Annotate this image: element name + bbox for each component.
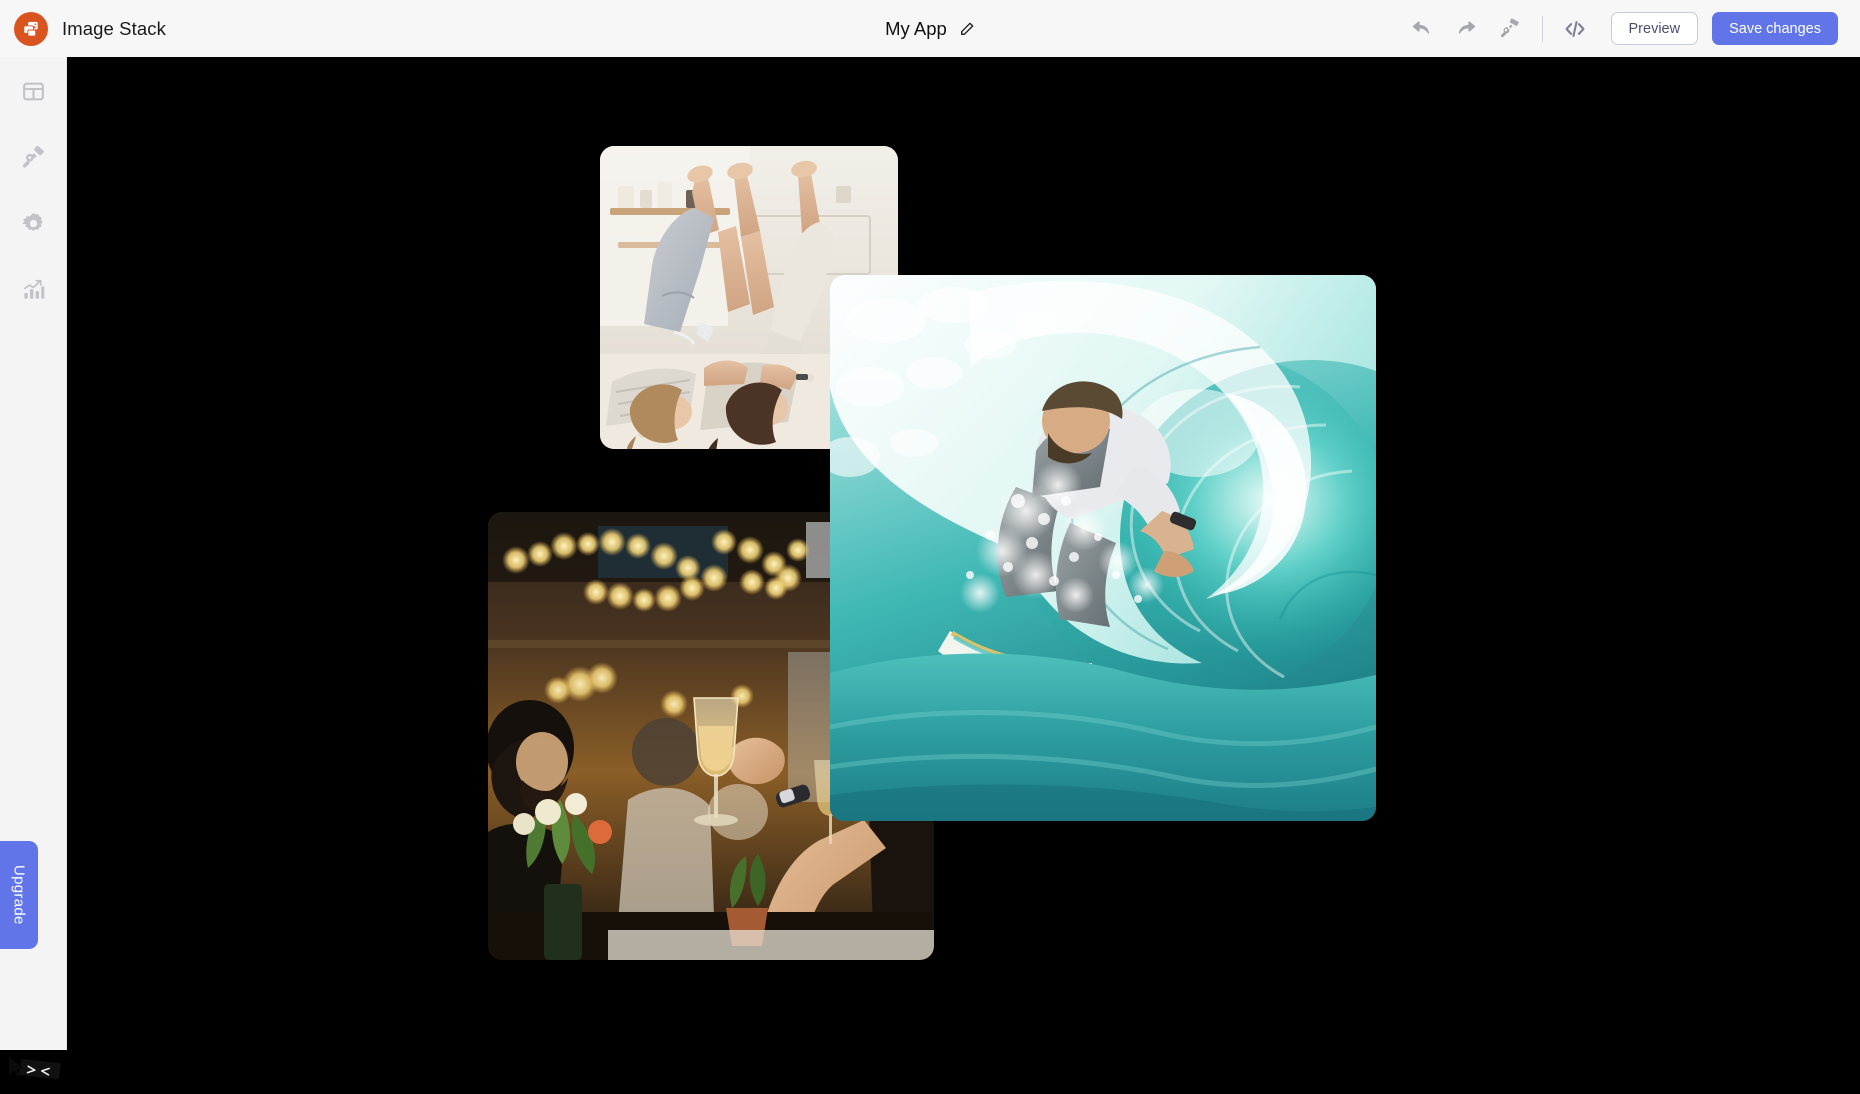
undo-arrow-icon bbox=[1412, 20, 1429, 34]
save-changes-button[interactable]: Save changes bbox=[1712, 12, 1838, 45]
sidebar-item-settings[interactable] bbox=[10, 201, 56, 245]
mouse-cursor-icon bbox=[6, 1055, 62, 1089]
paint-roller-icon bbox=[1500, 18, 1519, 38]
sidebar: Upgrade bbox=[0, 57, 67, 1079]
pencil-icon[interactable] bbox=[959, 21, 975, 37]
photo-surfer-in-wave-image bbox=[830, 275, 1376, 821]
code-button[interactable] bbox=[1553, 9, 1597, 49]
gear-icon bbox=[21, 212, 43, 231]
toolbar-divider bbox=[1541, 15, 1543, 42]
paintbrush-icon bbox=[22, 145, 44, 168]
header-actions: Preview Save changes bbox=[1400, 9, 1860, 49]
photo-surfer-in-wave[interactable] bbox=[830, 275, 1376, 821]
undo-button[interactable] bbox=[1400, 9, 1444, 49]
app-header: Image Stack My App Preview Save changes bbox=[0, 0, 1860, 57]
sidebar-nav bbox=[0, 57, 66, 311]
layout-grid-icon bbox=[22, 82, 44, 100]
redo-arrow-icon bbox=[1458, 20, 1475, 34]
upgrade-button[interactable]: Upgrade bbox=[0, 841, 38, 949]
image-stack-logo-icon bbox=[14, 11, 48, 46]
editor-canvas[interactable] bbox=[67, 57, 1860, 1050]
sidebar-item-layout[interactable] bbox=[10, 69, 56, 113]
brand-name: Image Stack bbox=[62, 17, 166, 39]
brand: Image Stack bbox=[0, 11, 420, 46]
code-brackets-icon bbox=[1565, 20, 1584, 37]
theme-button[interactable] bbox=[1488, 9, 1532, 49]
sidebar-item-analytics[interactable] bbox=[10, 267, 56, 311]
app-title: My App bbox=[885, 17, 947, 39]
redo-button[interactable] bbox=[1444, 9, 1488, 49]
preview-button[interactable]: Preview bbox=[1610, 12, 1699, 45]
bar-chart-icon bbox=[23, 279, 44, 299]
sidebar-item-design[interactable] bbox=[10, 135, 56, 179]
